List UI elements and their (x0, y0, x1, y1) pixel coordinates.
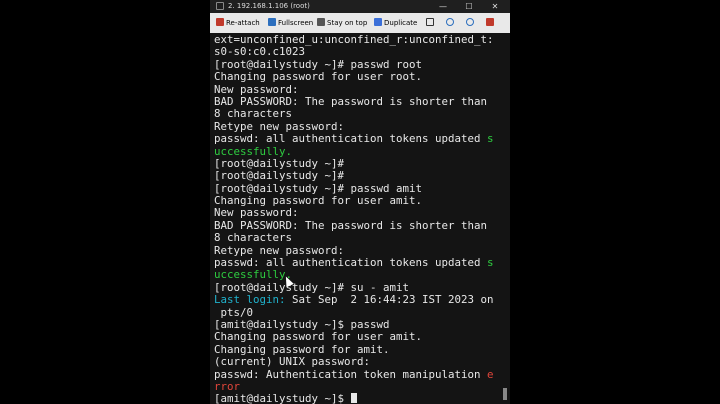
settings-button[interactable] (486, 17, 496, 29)
terminal-text: 8 characters (214, 231, 293, 245)
fullscreen-button[interactable]: Fullscreen (268, 17, 313, 29)
terminal-text: Retype new password: (214, 119, 345, 133)
terminal-text: [amit@dailystudy ~]$ passwd (214, 317, 390, 331)
reattach-button[interactable]: Re-attach (216, 17, 260, 29)
terminal-text: Changing password for amit. (214, 342, 390, 356)
close-button[interactable]: ✕ (482, 0, 508, 13)
terminal-text: uccessfully. (214, 144, 293, 158)
duplicate-button[interactable]: Duplicate (374, 17, 417, 29)
terminal-text: s (487, 132, 494, 146)
terminal-text: (current) UNIX password: (214, 355, 371, 369)
terminal-line: [amit@dailystudy ~]$ (214, 393, 506, 404)
stay-on-top-button[interactable]: Stay on top (317, 17, 367, 29)
fullscreen-icon (268, 18, 276, 26)
terminal-text: passwd: Authentication token manipulatio… (214, 367, 488, 381)
zoom-in-icon (446, 18, 454, 26)
duplicate-label: Duplicate (384, 19, 418, 27)
terminal-text: Changing password for user root. (214, 70, 423, 84)
terminal-text: New password: (214, 82, 299, 96)
terminal-text: [root@dailystudy ~]# (214, 169, 345, 183)
terminal-text: Last login: (214, 293, 286, 307)
terminal-icon (216, 2, 224, 10)
text-cursor (350, 393, 357, 404)
export-button[interactable] (426, 17, 436, 29)
terminal-text: s (487, 256, 494, 270)
reattach-icon (216, 18, 224, 26)
terminal-text: 8 characters (214, 107, 293, 121)
terminal-text: ext=unconfined_u:unconfined_r:unconfined… (214, 34, 494, 46)
toolbar: Re-attach Fullscreen Stay on top Duplica… (210, 13, 510, 33)
terminal-text: passwd: all authentication tokens update… (214, 256, 488, 270)
terminal-text: Retype new password: (214, 243, 345, 257)
duplicate-icon (374, 18, 382, 26)
terminal-output[interactable]: ext=unconfined_u:unconfined_r:unconfined… (214, 34, 506, 404)
terminal-window: 2. 192.168.1.106 (root) — ☐ ✕ Re-attach … (210, 0, 510, 404)
minimize-button[interactable]: — (430, 0, 456, 13)
terminal-text: Sat Sep 2 16:44:23 IST 2023 on (285, 293, 494, 307)
export-icon (426, 18, 434, 26)
terminal-text: New password: (214, 206, 299, 220)
scrollbar-thumb[interactable] (503, 388, 507, 400)
terminal-text: [root@dailystudy ~]# (214, 156, 345, 170)
terminal-text: [root@dailystudy ~]# passwd root (214, 57, 423, 71)
settings-icon (486, 18, 494, 26)
maximize-button[interactable]: ☐ (456, 0, 482, 13)
zoom-out-icon (466, 18, 474, 26)
fullscreen-label: Fullscreen (278, 19, 314, 27)
terminal-text: e (487, 367, 494, 381)
terminal-text: Changing password for user amit. (214, 330, 423, 344)
zoom-in-button[interactable] (446, 17, 456, 29)
terminal-text: [root@dailystudy ~]# passwd amit (214, 181, 423, 195)
title-bar[interactable]: 2. 192.168.1.106 (root) — ☐ ✕ (210, 0, 510, 13)
terminal-line: passwd: Authentication token manipulatio… (214, 367, 506, 381)
terminal-text: pts/0 (214, 305, 254, 319)
terminal-text: s0-s0:c0.c1023 (214, 45, 306, 59)
window-title: 2. 192.168.1.106 (root) (228, 2, 310, 10)
terminal-text: BAD PASSWORD: The password is shorter th… (214, 218, 488, 232)
terminal-text: passwd: all authentication tokens update… (214, 132, 488, 146)
terminal-line: Last login: Sat Sep 2 16:44:23 IST 2023 … (214, 294, 506, 306)
reattach-label: Re-attach (226, 19, 260, 27)
terminal-text: [root@dailystudy ~]# su - amit (214, 280, 410, 294)
zoom-out-button[interactable] (466, 17, 476, 29)
terminal-text: Changing password for user amit. (214, 194, 423, 208)
terminal-text: uccessfully. (214, 268, 293, 282)
terminal-text: rror (214, 379, 241, 393)
pin-icon (317, 18, 325, 26)
terminal-text: [amit@dailystudy ~]$ (214, 392, 351, 404)
terminal-text: BAD PASSWORD: The password is shorter th… (214, 94, 488, 108)
stay-on-top-label: Stay on top (327, 19, 368, 27)
